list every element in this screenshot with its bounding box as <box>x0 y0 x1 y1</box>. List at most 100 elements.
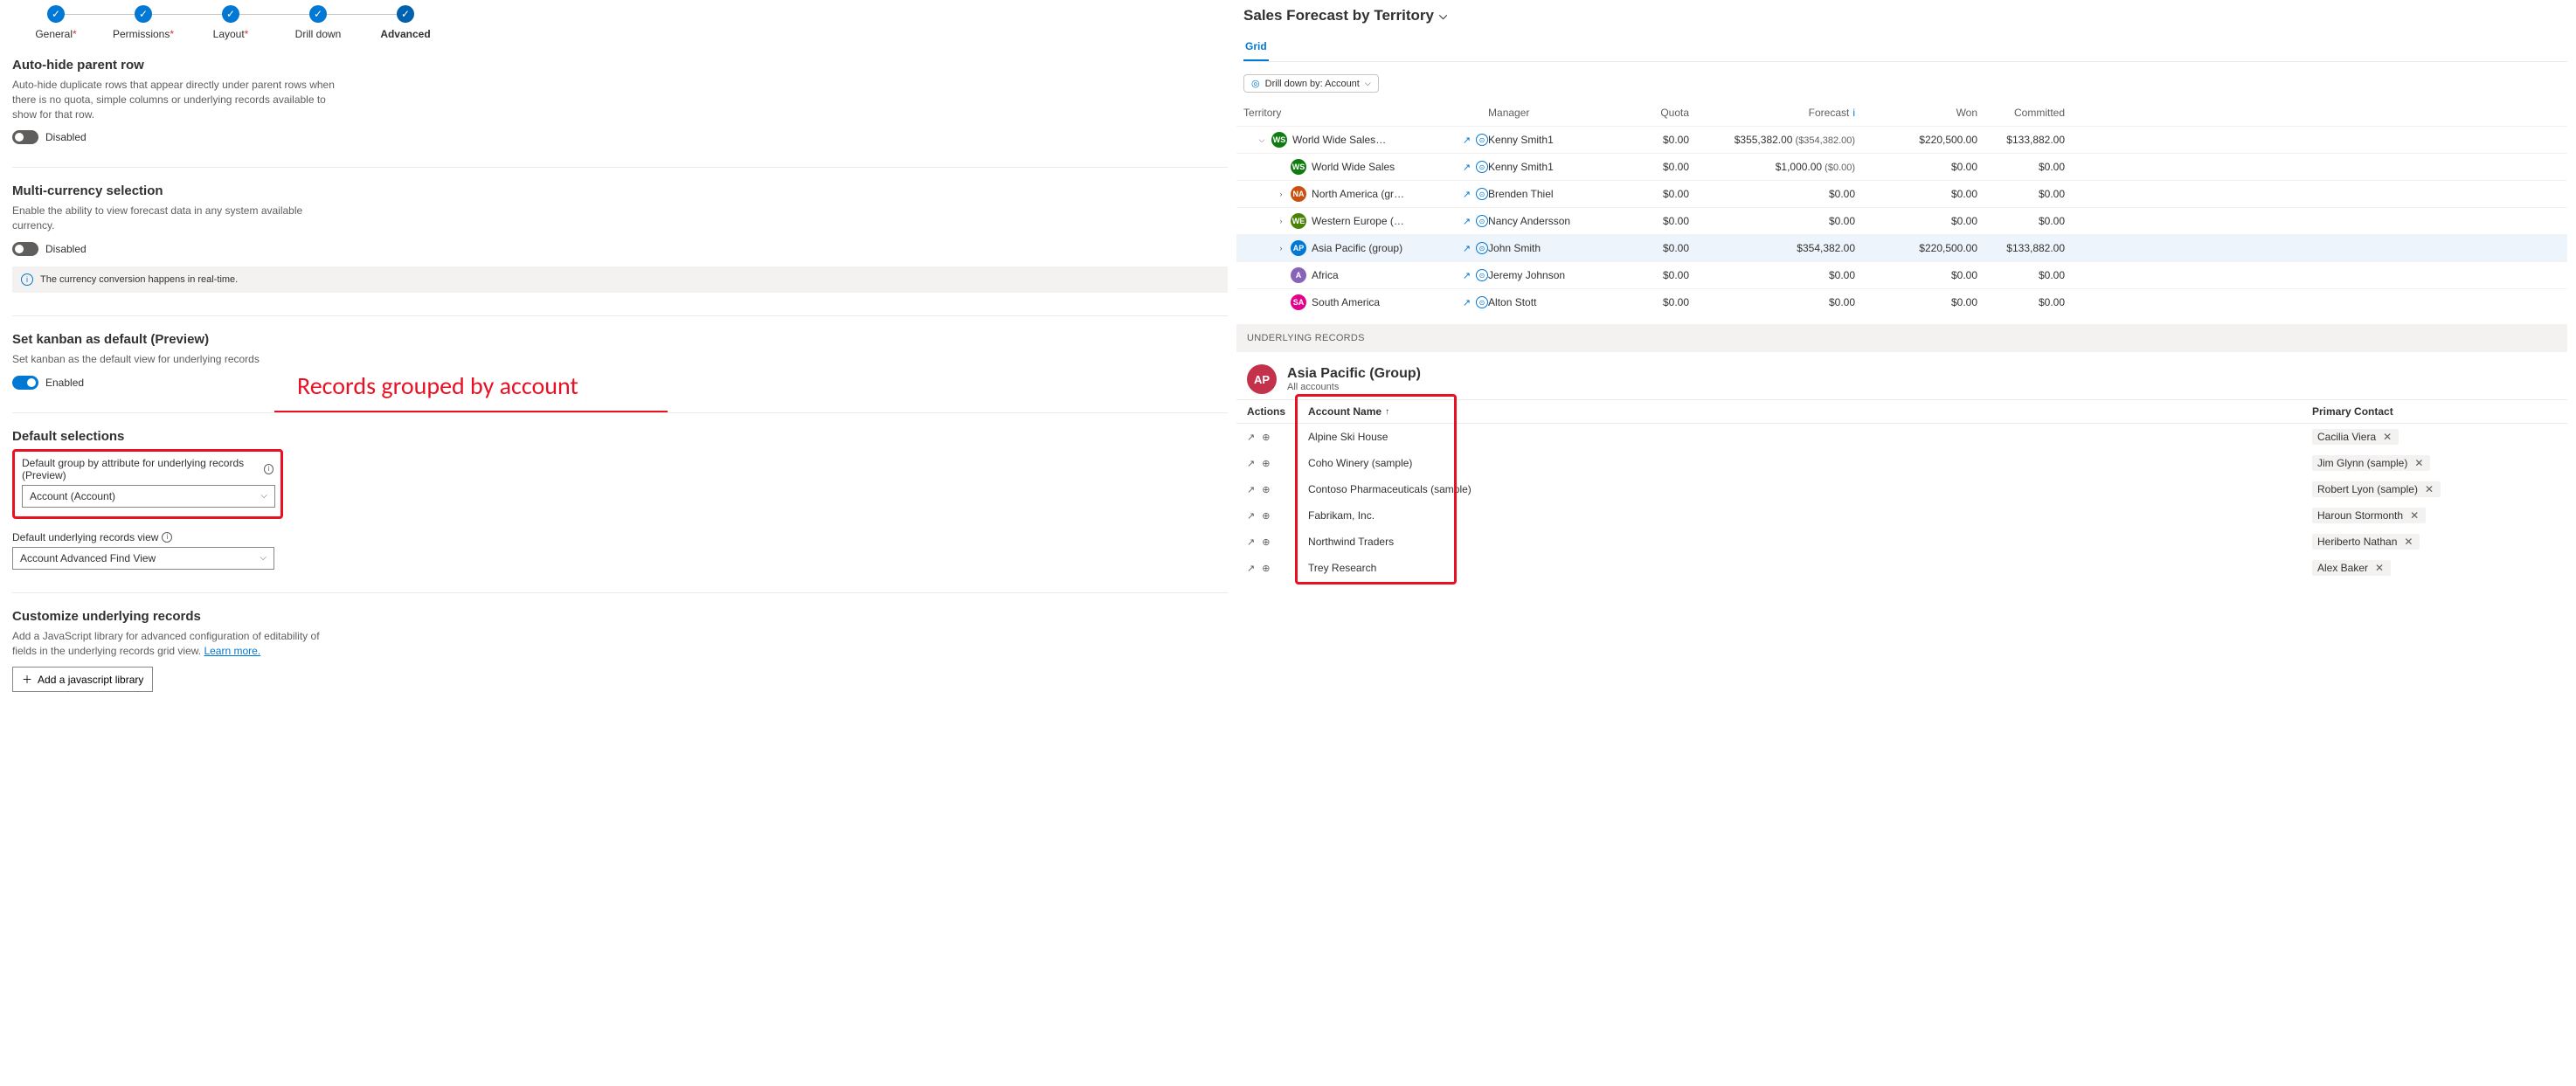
kanban-toggle[interactable] <box>12 376 38 390</box>
view-icon[interactable]: ⊙ <box>1476 134 1488 146</box>
view-icon[interactable]: ⊙ <box>1476 242 1488 254</box>
committed-cell: $0.00 <box>1977 215 2065 227</box>
share-icon[interactable]: ↗ <box>1463 297 1471 308</box>
col-account-name[interactable]: Account Name ↑ <box>1308 405 2312 418</box>
add-js-library-button[interactable]: ＋ Add a javascript library <box>12 667 153 692</box>
won-cell: $0.00 <box>1855 269 1977 281</box>
forecast-row[interactable]: ›NANorth America (group)↗⊙Brenden Thiel$… <box>1236 180 2567 207</box>
forecast-row[interactable]: WSWorld Wide Sales↗⊙Kenny Smith1$0.00$1,… <box>1236 153 2567 180</box>
share-icon[interactable]: ↗ <box>1463 135 1471 146</box>
section-kanban-desc: Set kanban as the default view for under… <box>12 352 336 367</box>
territory-avatar: WS <box>1271 132 1287 148</box>
step-layout[interactable]: ✓Layout <box>187 5 274 40</box>
section-customize-title: Customize underlying records <box>12 609 1228 624</box>
contact-chip[interactable]: Cacilia Viera✕ <box>2312 429 2399 445</box>
add-icon[interactable]: ⊕ <box>1262 458 1270 469</box>
share-icon[interactable]: ↗ <box>1463 189 1471 200</box>
step-permissions[interactable]: ✓Permissions <box>100 5 187 40</box>
share-icon[interactable]: ↗ <box>1463 243 1471 254</box>
col-quota[interactable]: Quota <box>1593 107 1689 119</box>
col-won[interactable]: Won <box>1855 107 1977 119</box>
record-row[interactable]: ↗⊕Alpine Ski HouseCacilia Viera✕ <box>1236 424 2567 450</box>
expand-icon[interactable]: › <box>1277 190 1285 198</box>
view-icon[interactable]: ⊙ <box>1476 269 1488 281</box>
add-icon[interactable]: ⊕ <box>1262 432 1270 443</box>
open-icon[interactable]: ↗ <box>1247 432 1255 443</box>
view-icon[interactable]: ⊙ <box>1476 296 1488 308</box>
open-icon[interactable]: ↗ <box>1247 458 1255 469</box>
forecast-row[interactable]: SASouth America↗⊙Alton Stott$0.00$0.00$0… <box>1236 288 2567 315</box>
col-manager[interactable]: Manager <box>1488 107 1593 119</box>
account-name-cell: Fabrikam, Inc. <box>1308 509 2312 522</box>
record-row[interactable]: ↗⊕Northwind TradersHeriberto Nathan✕ <box>1236 529 2567 555</box>
autohide-toggle[interactable] <box>12 130 38 144</box>
contact-chip[interactable]: Alex Baker✕ <box>2312 560 2391 576</box>
account-name-cell: Trey Research <box>1308 562 2312 574</box>
expand-icon[interactable]: ⌵ <box>1257 135 1266 145</box>
remove-icon[interactable]: ✕ <box>2423 483 2435 495</box>
step-drill-down[interactable]: ✓Drill down <box>274 5 362 40</box>
add-icon[interactable]: ⊕ <box>1262 484 1270 495</box>
add-icon[interactable]: ⊕ <box>1262 510 1270 522</box>
remove-icon[interactable]: ✕ <box>2408 509 2420 522</box>
contact-chip[interactable]: Haroun Stormonth✕ <box>2312 508 2426 523</box>
remove-icon[interactable]: ✕ <box>2413 457 2425 469</box>
record-row[interactable]: ↗⊕Coho Winery (sample)Jim Glynn (sample)… <box>1236 450 2567 476</box>
remove-icon[interactable]: ✕ <box>2373 562 2386 574</box>
default-group-select[interactable]: Account (Account) ⌵ <box>22 485 275 508</box>
forecast-row[interactable]: ›APAsia Pacific (group)↗⊙John Smith$0.00… <box>1236 234 2567 261</box>
open-icon[interactable]: ↗ <box>1247 510 1255 522</box>
expand-icon[interactable]: › <box>1277 244 1285 252</box>
open-icon[interactable]: ↗ <box>1247 563 1255 574</box>
forecast-row[interactable]: AAfrica↗⊙Jeremy Johnson$0.00$0.00$0.00$0… <box>1236 261 2567 288</box>
check-icon: ✓ <box>397 5 414 23</box>
col-primary-contact[interactable]: Primary Contact <box>2312 405 2557 418</box>
underlying-records-header: UNDERLYING RECORDS <box>1236 324 2567 352</box>
view-icon[interactable]: ⊙ <box>1476 161 1488 173</box>
view-icon[interactable]: ⊙ <box>1476 188 1488 200</box>
default-view-value: Account Advanced Find View <box>20 552 156 564</box>
add-icon[interactable]: ⊕ <box>1262 536 1270 548</box>
multicurrency-toggle[interactable] <box>12 242 38 256</box>
forecast-row[interactable]: ⌵WSWorld Wide Sales (group)↗⊙Kenny Smith… <box>1236 126 2567 153</box>
remove-icon[interactable]: ✕ <box>2402 536 2414 548</box>
committed-cell: $0.00 <box>1977 269 2065 281</box>
add-icon[interactable]: ⊕ <box>1262 563 1270 574</box>
drill-down-chip[interactable]: ◎ Drill down by: Account ⌵ <box>1243 74 1379 93</box>
contact-chip[interactable]: Robert Lyon (sample)✕ <box>2312 481 2441 497</box>
view-icon[interactable]: ⊙ <box>1476 215 1488 227</box>
tab-grid[interactable]: Grid <box>1243 37 1269 61</box>
multicurrency-info-text: The currency conversion happens in real-… <box>40 274 238 285</box>
manager-cell: Kenny Smith1 <box>1488 161 1593 173</box>
contact-chip[interactable]: Heriberto Nathan✕ <box>2312 534 2420 550</box>
share-icon[interactable]: ↗ <box>1463 162 1471 173</box>
record-row[interactable]: ↗ ⊕ Fabrikam, Inc.Haroun Stormonth✕ <box>1236 502 2567 529</box>
section-autohide-desc: Auto-hide duplicate rows that appear dir… <box>12 78 336 121</box>
won-cell: $0.00 <box>1855 215 1977 227</box>
expand-icon[interactable]: › <box>1277 217 1285 225</box>
learn-more-link[interactable]: Learn more. <box>204 645 260 657</box>
open-icon[interactable]: ↗ <box>1247 536 1255 548</box>
committed-cell: $133,882.00 <box>1977 242 2065 254</box>
committed-cell: $0.00 <box>1977 161 2065 173</box>
quota-cell: $0.00 <box>1593 134 1689 146</box>
forecast-grid-header: Territory Manager Quota Forecast i Won C… <box>1236 100 2567 126</box>
remove-icon[interactable]: ✕ <box>2381 431 2393 443</box>
forecast-row[interactable]: ›WEWestern Europe (group)↗⊙Nancy Anderss… <box>1236 207 2567 234</box>
info-icon[interactable]: i <box>264 464 274 474</box>
col-territory[interactable]: Territory <box>1243 107 1488 119</box>
territory-avatar: A <box>1291 267 1306 283</box>
contact-chip[interactable]: Jim Glynn (sample)✕ <box>2312 455 2430 471</box>
view-title[interactable]: Sales Forecast by Territory ⌵ <box>1243 7 2567 24</box>
step-general[interactable]: ✓General <box>12 5 100 40</box>
record-row[interactable]: ↗⊕Contoso Pharmaceuticals (sample)Robert… <box>1236 476 2567 502</box>
share-icon[interactable]: ↗ <box>1463 216 1471 227</box>
default-view-select[interactable]: Account Advanced Find View ⌵ <box>12 547 274 570</box>
open-icon[interactable]: ↗ <box>1247 484 1255 495</box>
info-icon[interactable]: i <box>162 532 172 543</box>
share-icon[interactable]: ↗ <box>1463 270 1471 281</box>
record-row[interactable]: ↗ ⊕ Trey ResearchAlex Baker✕ <box>1236 555 2567 581</box>
col-forecast[interactable]: Forecast i <box>1689 107 1855 119</box>
col-committed[interactable]: Committed <box>1977 107 2065 119</box>
step-advanced[interactable]: ✓Advanced <box>362 5 449 40</box>
